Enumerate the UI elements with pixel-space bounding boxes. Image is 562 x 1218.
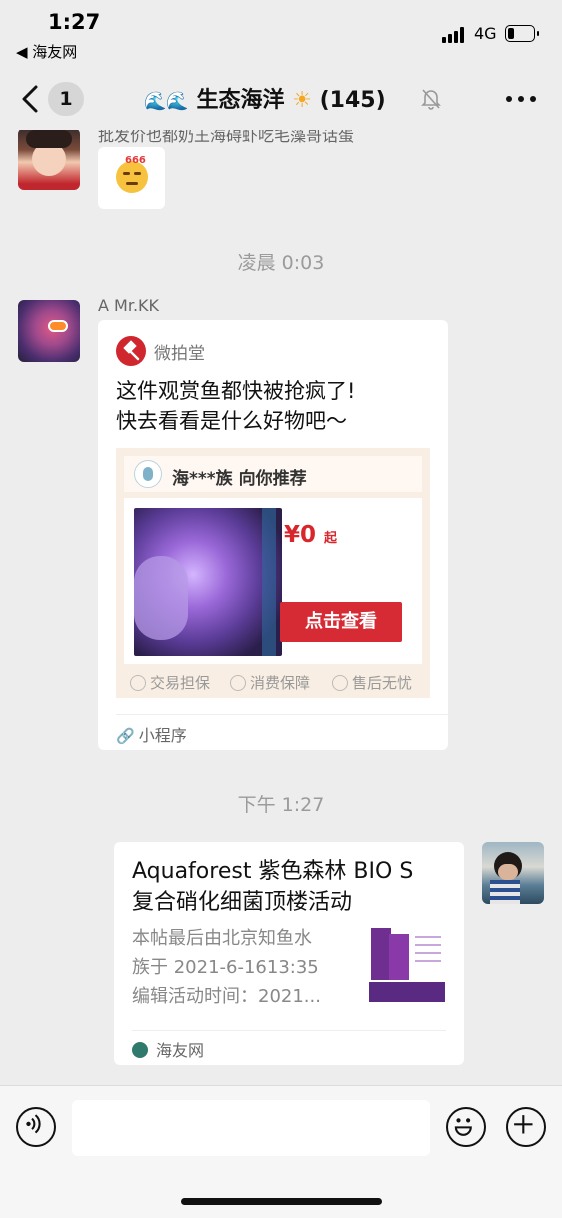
status-bar: 1:27 ◀ 海友网 4G (0, 0, 562, 70)
miniprogram-app-name: 微拍堂 (154, 344, 205, 364)
signal-icon (442, 27, 468, 43)
sticker-label: 666 (125, 155, 146, 166)
back-arrow-icon[interactable] (18, 84, 44, 114)
emoji-button-icon[interactable] (446, 1107, 486, 1147)
guarantee-item: 消费保障 (230, 672, 310, 693)
miniprogram-link-icon: 🔗 (116, 727, 135, 745)
miniprogram-preview: 海***族 向你推荐 ¥0 起 点击查看 交易担保 消费保障 售后无忧 (116, 448, 430, 698)
my-avatar[interactable] (482, 842, 544, 904)
view-button: 点击查看 (280, 602, 402, 642)
avatar[interactable] (18, 130, 80, 190)
guarantee-item: 交易担保 (130, 672, 210, 693)
weipaitang-logo-icon (116, 336, 146, 366)
chat-title: 🌊🌊 生态海洋 ☀ (145) (144, 82, 386, 114)
preview-header-text: 海***族 向你推荐 (172, 469, 307, 489)
previous-message-text: 批发价也都奶王海碍虾吃毛藻哥话蛋 (98, 130, 355, 145)
muted-bell-icon (421, 89, 441, 110)
group-name: 生态海洋 (196, 88, 285, 113)
unread-count-badge[interactable]: 1 (48, 82, 84, 116)
back-to-app-link[interactable]: ◀ 海友网 (16, 41, 77, 62)
avatar[interactable] (18, 300, 80, 362)
wave-emoji: 🌊🌊 (144, 91, 189, 112)
guarantee-icon (230, 675, 246, 691)
source-logo-icon (132, 1042, 148, 1058)
battery-icon (505, 25, 539, 42)
timestamp: 凌晨 0:03 (237, 252, 325, 274)
article-description: 本帖最后由北京知鱼水 族于 2021-6-1613:35 编辑活动时间：2021… (132, 928, 321, 1007)
coral-product-image (134, 508, 282, 656)
preview-product: ¥0 起 点击查看 (124, 498, 422, 664)
message-list[interactable]: 批发价也都奶王海碍虾吃毛藻哥话蛋 666 凌晨 0:03 A Mr.KK 微拍堂… (0, 130, 562, 1085)
sender-name: A Mr.KK (98, 296, 160, 315)
more-options-icon[interactable] (506, 96, 536, 104)
shop-logo-icon (134, 460, 162, 488)
article-card[interactable]: Aquaforest 紫色森林 BIO S 复合硝化细菌顶楼活动 本帖最后由北京… (114, 842, 464, 1065)
article-title: Aquaforest 紫色森林 BIO S 复合硝化细菌顶楼活动 (132, 859, 414, 915)
product-price: ¥0 起 (284, 522, 338, 548)
sticker-message[interactable]: 666 (98, 147, 165, 209)
preview-header: 海***族 向你推荐 (124, 456, 422, 492)
article-thumbnail (369, 926, 445, 1004)
home-indicator (181, 1198, 382, 1205)
chat-header: 1 🌊🌊 生态海洋 ☀ (145) (0, 70, 562, 130)
miniprogram-footer: 🔗 小程序 (116, 726, 187, 745)
guarantee-icon (130, 675, 146, 691)
clock: 1:27 (48, 10, 101, 34)
article-source: 海友网 (132, 1037, 204, 1061)
message-input[interactable] (72, 1100, 430, 1156)
guarantee-icon (332, 675, 348, 691)
voice-input-icon[interactable] (16, 1107, 56, 1147)
timestamp: 下午 1:27 (237, 794, 325, 816)
member-count: (145) (319, 88, 386, 113)
add-more-icon[interactable] (506, 1107, 546, 1147)
network-type: 4G (474, 24, 497, 43)
sun-emoji: ☀ (292, 88, 312, 113)
battery-level (508, 28, 514, 39)
miniprogram-title: 这件观赏鱼都快被抢疯了! 快去看看是什么好物吧～ (116, 379, 356, 433)
guarantee-row: 交易担保 消费保障 售后无忧 (116, 672, 430, 692)
miniprogram-card[interactable]: 微拍堂 这件观赏鱼都快被抢疯了! 快去看看是什么好物吧～ 海***族 向你推荐 … (98, 320, 448, 750)
guarantee-item: 售后无忧 (332, 672, 412, 693)
